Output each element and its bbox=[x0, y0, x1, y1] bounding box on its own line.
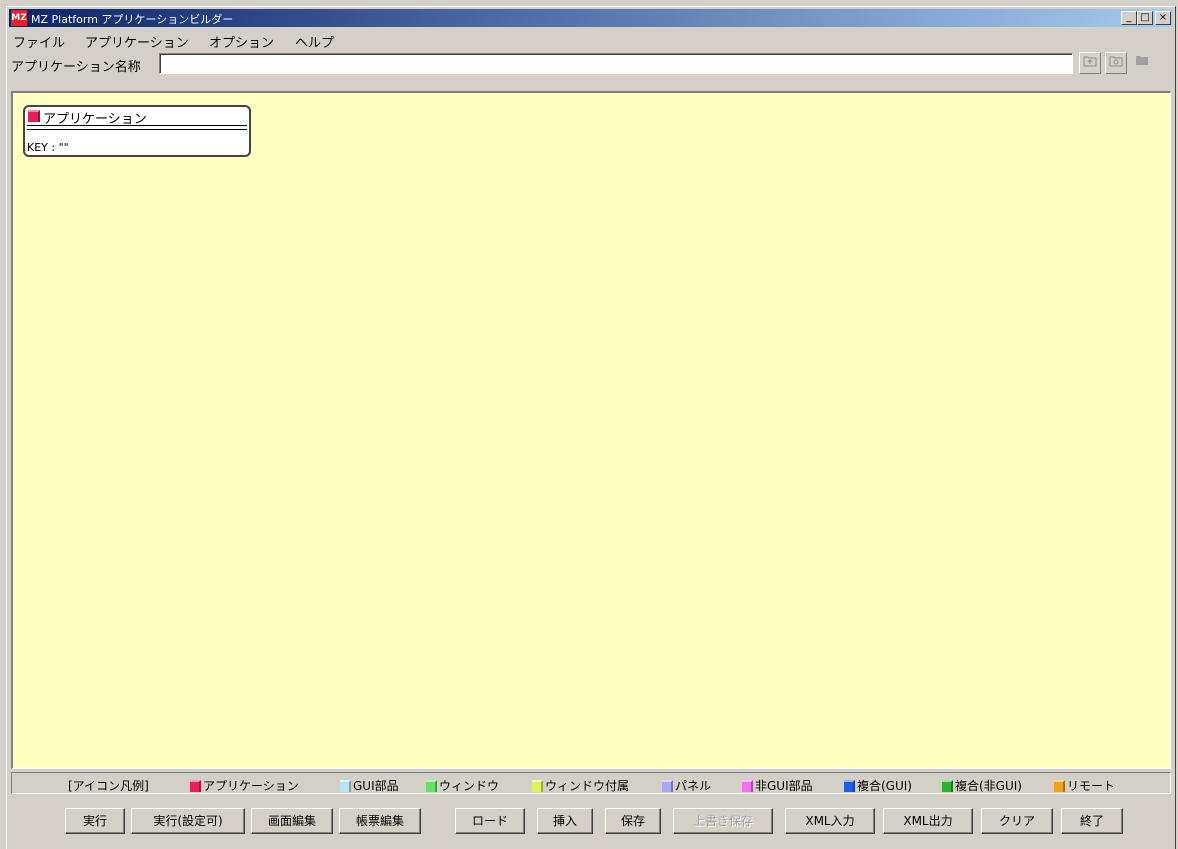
application-cube-icon bbox=[28, 110, 40, 122]
menu-help[interactable]: ヘルプ bbox=[295, 32, 334, 51]
application-cube-icon bbox=[190, 780, 201, 792]
legend-item: 非GUI部品 bbox=[742, 777, 813, 794]
run-config-button[interactable]: 実行(設定可) bbox=[131, 808, 245, 834]
legend-item: ウィンドウ付属 bbox=[532, 777, 629, 794]
legend-item: GUI部品 bbox=[340, 777, 399, 794]
legend-item: ウィンドウ bbox=[426, 777, 499, 794]
exit-button[interactable]: 終了 bbox=[1061, 808, 1123, 834]
application-node[interactable]: アプリケーション KEY : "" bbox=[23, 105, 251, 157]
legend-item: リモート bbox=[1054, 777, 1115, 794]
app-logo-icon: MZ bbox=[11, 10, 27, 26]
app-name-bar: アプリケーション名称 bbox=[9, 51, 1173, 77]
gui-part-cube-icon bbox=[340, 780, 351, 792]
remote-cube-icon bbox=[1054, 780, 1065, 792]
app-name-input[interactable] bbox=[159, 53, 1073, 74]
node-divider bbox=[27, 125, 247, 130]
button-bar: 実行 実行(設定可) 画面編集 帳票編集 ロード 挿入 保存 上書き保存 XML… bbox=[9, 797, 1173, 845]
folder-icon[interactable] bbox=[1131, 52, 1153, 74]
screen-edit-button[interactable]: 画面編集 bbox=[251, 808, 333, 834]
non-gui-part-cube-icon bbox=[742, 780, 753, 792]
load-button[interactable]: ロード bbox=[455, 808, 525, 834]
window-title: MZ Platform アプリケーションビルダー bbox=[31, 13, 234, 26]
xml-input-button[interactable]: XML入力 bbox=[785, 808, 875, 834]
legend-item: パネル bbox=[662, 777, 711, 794]
legend-item: 複合(GUI) bbox=[844, 777, 912, 794]
menu-application[interactable]: アプリケーション bbox=[85, 32, 189, 51]
title-bar[interactable]: MZ MZ Platform アプリケーションビルダー _ □ × bbox=[9, 9, 1173, 27]
legend-item: アプリケーション bbox=[190, 777, 299, 794]
save-button[interactable]: 保存 bbox=[605, 808, 661, 834]
overwrite-save-button[interactable]: 上書き保存 bbox=[673, 808, 773, 834]
app-name-label: アプリケーション名称 bbox=[11, 60, 141, 75]
composite-gui-cube-icon bbox=[844, 780, 855, 792]
menu-options[interactable]: オプション bbox=[209, 32, 274, 51]
panel-cube-icon bbox=[662, 780, 673, 792]
form-edit-button[interactable]: 帳票編集 bbox=[339, 808, 421, 834]
window-cube-icon bbox=[426, 780, 437, 792]
window-attachment-cube-icon bbox=[532, 780, 543, 792]
icon-legend: [アイコン凡例] アプリケーション GUI部品 ウィンドウ ウィンドウ付属 パネ… bbox=[11, 772, 1171, 794]
window-controls: _ □ × bbox=[1121, 11, 1171, 25]
xml-output-button[interactable]: XML出力 bbox=[883, 808, 973, 834]
app-canvas[interactable]: アプリケーション KEY : "" bbox=[11, 91, 1171, 769]
menu-bar: ファイル アプリケーション オプション ヘルプ bbox=[9, 29, 1173, 51]
menu-file[interactable]: ファイル bbox=[13, 32, 65, 51]
insert-button[interactable]: 挿入 bbox=[537, 808, 593, 834]
clear-button[interactable]: クリア bbox=[981, 808, 1053, 834]
app-window: MZ MZ Platform アプリケーションビルダー _ □ × ファイル ア… bbox=[6, 6, 1176, 849]
run-button[interactable]: 実行 bbox=[65, 808, 125, 834]
folder-up-icon[interactable] bbox=[1079, 52, 1101, 74]
minimize-button[interactable]: _ bbox=[1121, 11, 1137, 25]
maximize-button[interactable]: □ bbox=[1137, 11, 1153, 25]
folder-gear-icon[interactable] bbox=[1105, 52, 1127, 74]
close-button[interactable]: × bbox=[1155, 11, 1171, 25]
composite-non-gui-cube-icon bbox=[942, 780, 953, 792]
legend-title: [アイコン凡例] bbox=[68, 779, 149, 793]
node-key: KEY : "" bbox=[27, 141, 69, 154]
legend-item: 複合(非GUI) bbox=[942, 777, 1022, 794]
